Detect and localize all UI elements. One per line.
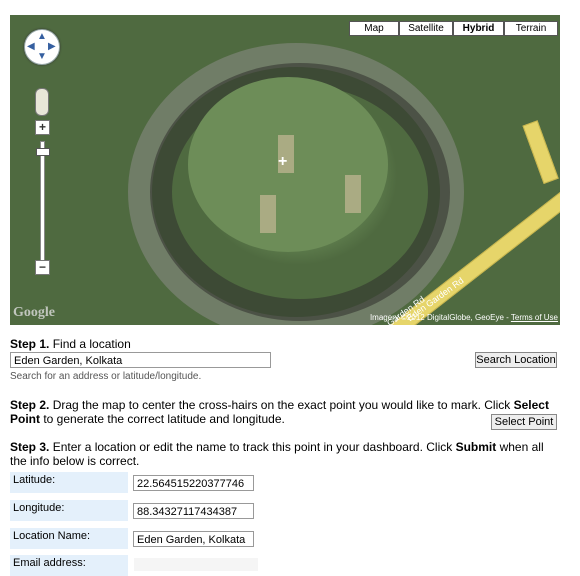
google-logo: Google bbox=[13, 305, 55, 320]
pitch bbox=[260, 195, 276, 233]
longitude-field[interactable]: 88.34327117434387 bbox=[133, 503, 254, 519]
step3-instructions: Step 3. Enter a location or edit the nam… bbox=[10, 440, 555, 468]
pan-down-icon[interactable]: ▼ bbox=[37, 51, 47, 62]
zoom-in-button[interactable]: + bbox=[35, 120, 50, 135]
road bbox=[522, 120, 559, 184]
step3-text: Enter a location or edit the name to tra… bbox=[49, 440, 456, 454]
map-type-satellite-button[interactable]: Satellite bbox=[399, 21, 453, 36]
longitude-label: Longitude: bbox=[10, 500, 128, 521]
search-hint: Search for an address or latitude/longit… bbox=[10, 371, 202, 382]
latitude-label: Latitude: bbox=[10, 472, 128, 493]
step1-text: Find a location bbox=[49, 337, 131, 351]
satellite-map[interactable]: Map Satellite Hybrid Terrain ▲ ◀ ▶ ▼ + −… bbox=[10, 15, 560, 325]
step1-title: Step 1. bbox=[10, 337, 50, 351]
crosshair-icon: + bbox=[278, 153, 288, 170]
map-type-map-button[interactable]: Map bbox=[349, 21, 399, 36]
location-name-field[interactable]: Eden Garden, Kolkata bbox=[133, 531, 254, 547]
location-search-input[interactable]: Eden Garden, Kolkata bbox=[10, 352, 271, 368]
zoom-out-button[interactable]: − bbox=[35, 260, 50, 275]
step2-text: Drag the map to center the cross-hairs o… bbox=[49, 398, 514, 412]
map-type-terrain-button[interactable]: Terrain bbox=[504, 21, 558, 36]
step2-title: Step 2. bbox=[10, 398, 50, 412]
pan-right-icon[interactable]: ▶ bbox=[48, 41, 56, 52]
zoom-slider-handle[interactable] bbox=[36, 148, 50, 156]
pitch bbox=[345, 175, 361, 213]
step2-instructions: Step 2. Drag the map to center the cross… bbox=[10, 398, 555, 426]
location-name-label: Location Name: bbox=[10, 528, 128, 549]
zoom-slider-track[interactable] bbox=[40, 141, 45, 267]
imagery-credit: Imagery ©2012 DigitalGlobe, GeoEye - bbox=[369, 313, 511, 322]
pan-left-icon[interactable]: ◀ bbox=[27, 41, 35, 52]
map-attribution: Imagery ©2012 DigitalGlobe, GeoEye - Ter… bbox=[370, 313, 558, 322]
step3-bold: Submit bbox=[455, 440, 497, 454]
step1-heading: Step 1. Find a location bbox=[10, 337, 131, 351]
search-location-button[interactable]: Search Location bbox=[475, 352, 557, 368]
map-type-hybrid-button[interactable]: Hybrid bbox=[453, 21, 504, 36]
step3-title: Step 3. bbox=[10, 440, 50, 454]
step2-text: to generate the correct latitude and lon… bbox=[40, 412, 285, 426]
email-label: Email address: bbox=[10, 555, 128, 576]
street-view-pegman-icon[interactable] bbox=[35, 88, 49, 116]
pan-up-icon[interactable]: ▲ bbox=[37, 31, 47, 42]
latitude-field[interactable]: 22.564515220377746 bbox=[133, 475, 254, 491]
pan-control[interactable]: ▲ ◀ ▶ ▼ bbox=[24, 29, 60, 65]
email-field[interactable] bbox=[134, 558, 258, 571]
terms-of-use-link[interactable]: Terms of Use bbox=[511, 313, 558, 322]
select-point-button[interactable]: Select Point bbox=[491, 414, 557, 430]
